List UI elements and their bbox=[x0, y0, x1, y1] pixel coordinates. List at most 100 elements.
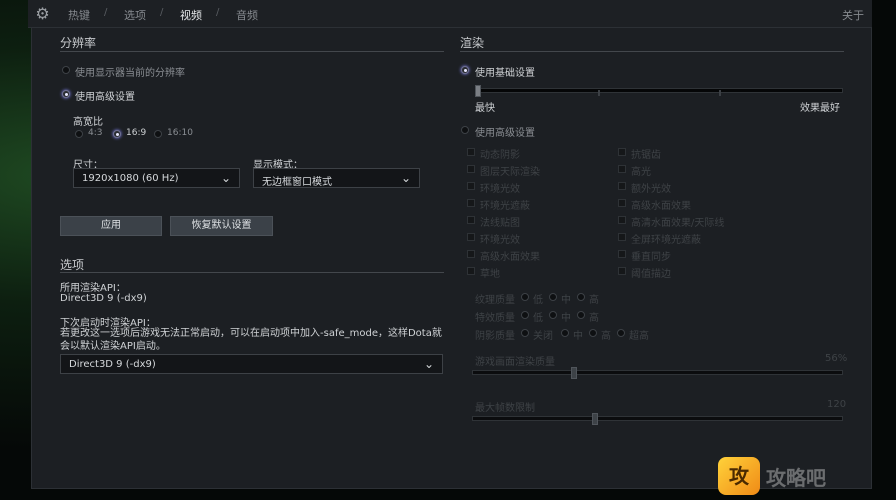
checkbox[interactable] bbox=[618, 165, 626, 173]
quality-option-label: 低 bbox=[533, 313, 543, 324]
slider-handle[interactable] bbox=[592, 413, 598, 425]
slider-max-label: 效果最好 bbox=[800, 103, 840, 114]
about-button[interactable]: 关于 bbox=[842, 7, 864, 23]
quality-row-label: 阴影质量 bbox=[475, 331, 515, 342]
quality-option-label: 低 bbox=[533, 295, 543, 306]
radio-use-current[interactable] bbox=[62, 66, 70, 74]
checkbox[interactable] bbox=[467, 250, 475, 258]
divider bbox=[60, 272, 444, 273]
quality-option-label: 高 bbox=[589, 295, 599, 306]
radio-aspect-16-9[interactable] bbox=[113, 130, 121, 138]
checkbox-label: 抗锯齿 bbox=[631, 150, 661, 161]
render-api-select-value: Direct3D 9 (-dx9) bbox=[69, 359, 156, 370]
checkbox-label: 图层天际渲染 bbox=[480, 167, 540, 178]
rendering-title: 渲染 bbox=[460, 36, 485, 50]
checkbox[interactable] bbox=[467, 267, 475, 275]
divider bbox=[460, 51, 844, 52]
checkbox-label: 动态阴影 bbox=[480, 150, 520, 161]
use-basic-label: 使用基础设置 bbox=[475, 68, 535, 79]
size-select[interactable]: 1920x1080 (60 Hz) ⌄ bbox=[73, 168, 240, 188]
quality-option-radio[interactable] bbox=[577, 293, 585, 301]
gear-icon[interactable]: ⚙ bbox=[34, 5, 51, 22]
quality-option-radio[interactable] bbox=[549, 293, 557, 301]
divider bbox=[60, 51, 444, 52]
checkbox-label: 高清水面效果/天际线 bbox=[631, 218, 725, 229]
watermark-logo: 攻 bbox=[718, 457, 760, 495]
checkbox[interactable] bbox=[618, 199, 626, 207]
quality-option-radio[interactable] bbox=[521, 329, 529, 337]
settings-panel: 分辨率 使用显示器当前的分辨率 使用高级设置 高宽比 4:3 16:9 16:1… bbox=[31, 27, 872, 489]
slider-track bbox=[472, 416, 843, 421]
render-api-label: 所用渲染API： bbox=[60, 283, 126, 294]
checkbox[interactable] bbox=[618, 250, 626, 258]
basic-quality-slider[interactable] bbox=[475, 85, 843, 97]
checkbox-label: 高光 bbox=[631, 167, 651, 178]
checkbox[interactable] bbox=[467, 182, 475, 190]
slider-track bbox=[472, 370, 843, 375]
radio-rendering-advanced[interactable] bbox=[461, 126, 469, 134]
render-quality-value: 56% bbox=[825, 353, 848, 364]
display-mode-select[interactable]: 无边框窗口模式 ⌄ bbox=[253, 168, 420, 188]
render-api-value: Direct3D 9 (-dx9) bbox=[60, 293, 147, 304]
checkbox-label: 额外光效 bbox=[631, 184, 671, 195]
reset-defaults-button[interactable]: 恢复默认设置 bbox=[170, 216, 273, 236]
checkbox[interactable] bbox=[618, 233, 626, 241]
quality-option-radio[interactable] bbox=[549, 311, 557, 319]
aspect-4-3-label: 4:3 bbox=[88, 128, 103, 138]
quality-row-label: 特效质量 bbox=[475, 313, 515, 324]
slider-handle[interactable] bbox=[475, 85, 481, 97]
slider-handle[interactable] bbox=[571, 367, 577, 379]
slider-tick bbox=[598, 90, 600, 96]
quality-option-radio[interactable] bbox=[617, 329, 625, 337]
aspect-16-10-label: 16:10 bbox=[167, 128, 193, 138]
quality-option-label: 超高 bbox=[629, 331, 649, 342]
quality-option-radio[interactable] bbox=[521, 293, 529, 301]
checkbox[interactable] bbox=[467, 199, 475, 207]
checkbox[interactable] bbox=[467, 165, 475, 173]
quality-option-label: 关闭 bbox=[533, 331, 553, 342]
quality-option-radio[interactable] bbox=[577, 311, 585, 319]
chevron-down-icon: ⌄ bbox=[220, 171, 231, 185]
options-title: 选项 bbox=[60, 258, 85, 272]
checkbox[interactable] bbox=[467, 148, 475, 156]
radio-aspect-4-3[interactable] bbox=[75, 130, 83, 138]
apply-button[interactable]: 应用 bbox=[60, 216, 162, 236]
render-api-select[interactable]: Direct3D 9 (-dx9) ⌄ bbox=[60, 354, 443, 374]
quality-option-radio[interactable] bbox=[521, 311, 529, 319]
slider-track bbox=[475, 88, 843, 93]
size-value: 1920x1080 (60 Hz) bbox=[82, 173, 179, 184]
radio-use-advanced[interactable] bbox=[62, 90, 70, 98]
tab-options[interactable]: 选项 bbox=[124, 7, 146, 23]
fps-limit-slider[interactable] bbox=[472, 413, 843, 425]
radio-aspect-16-10[interactable] bbox=[154, 130, 162, 138]
checkbox[interactable] bbox=[618, 267, 626, 275]
quality-option-radio[interactable] bbox=[589, 329, 597, 337]
checkbox-label: 环境光效 bbox=[480, 184, 520, 195]
tab-video[interactable]: 视频 bbox=[180, 7, 202, 23]
rendering-advanced-label: 使用高级设置 bbox=[475, 128, 535, 139]
checkbox[interactable] bbox=[618, 216, 626, 224]
quality-option-label: 中 bbox=[573, 331, 583, 342]
render-quality-label: 游戏画面渲染质量 bbox=[475, 357, 555, 368]
top-bar: ⚙ 热键 / 选项 / 视频 / 音频 关于 bbox=[28, 0, 872, 28]
checkbox[interactable] bbox=[467, 216, 475, 224]
checkbox-label: 全屏环境光遮蔽 bbox=[631, 235, 701, 246]
quality-row-label: 纹理质量 bbox=[475, 295, 515, 306]
tab-hotkeys[interactable]: 热键 bbox=[68, 7, 90, 23]
render-quality-slider[interactable] bbox=[472, 367, 843, 379]
tab-audio[interactable]: 音频 bbox=[236, 7, 258, 23]
checkbox[interactable] bbox=[618, 148, 626, 156]
aspect-16-9-label: 16:9 bbox=[126, 128, 147, 138]
tab-separator: / bbox=[104, 7, 108, 18]
checkbox[interactable] bbox=[618, 182, 626, 190]
chevron-down-icon: ⌄ bbox=[400, 171, 411, 185]
radio-use-basic[interactable] bbox=[461, 66, 469, 74]
quality-option-radio[interactable] bbox=[561, 329, 569, 337]
checkbox[interactable] bbox=[467, 233, 475, 241]
fps-limit-value: 120 bbox=[827, 399, 847, 410]
resolution-title: 分辨率 bbox=[60, 36, 97, 50]
api-note: 若更改这一选项后游戏无法正常启动，可以在启动项中加入-safe_mode，这样D… bbox=[60, 328, 442, 352]
watermark-text: 攻略吧 bbox=[766, 466, 826, 490]
quality-option-label: 高 bbox=[589, 313, 599, 324]
checkbox-label: 高级水面效果 bbox=[631, 201, 691, 212]
